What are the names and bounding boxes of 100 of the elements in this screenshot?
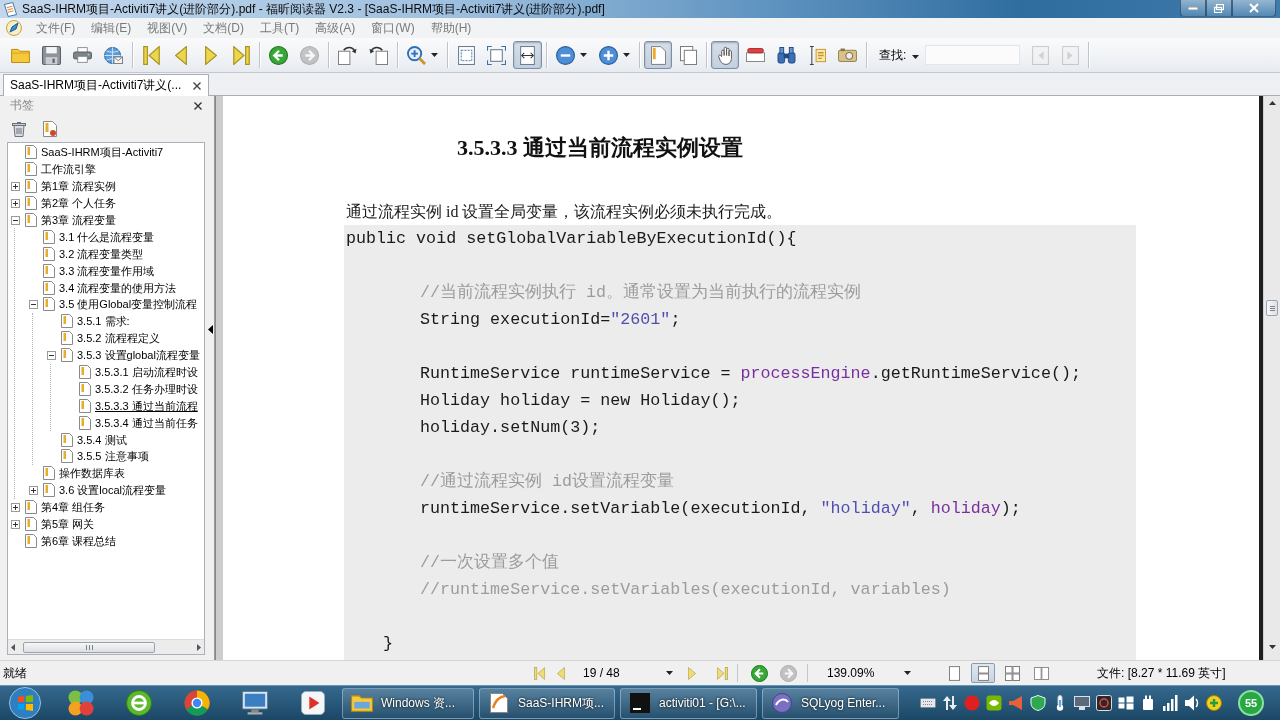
view-mode-button[interactable] bbox=[971, 663, 995, 683]
ring-icon bbox=[126, 690, 152, 716]
tree-item[interactable]: SaaS-IHRM项目-Activiti7 bbox=[41, 145, 164, 160]
shield-icon[interactable] bbox=[1030, 695, 1046, 711]
history-button[interactable] bbox=[748, 663, 770, 683]
tree-item[interactable]: 3.5.3.2 任务办理时设 bbox=[95, 381, 198, 396]
tree-item[interactable]: 第1章 流程实例 bbox=[41, 179, 117, 194]
tree-item[interactable]: 第5章 网关 bbox=[41, 517, 95, 532]
tree-item[interactable]: 3.2 流程变量类型 bbox=[59, 246, 144, 261]
caret-icon[interactable] bbox=[666, 671, 673, 675]
tree-item[interactable]: 3.5.1 需求: bbox=[77, 314, 130, 329]
taskbar-button[interactable]: SaaS-IHRM项... bbox=[479, 687, 615, 719]
tree-item[interactable]: 3.3 流程变量作用域 bbox=[59, 263, 155, 278]
plug-icon[interactable] bbox=[1140, 695, 1156, 711]
menu-item[interactable]: 帮助(H) bbox=[422, 19, 480, 37]
skip-start-icon bbox=[142, 45, 160, 65]
tree-item[interactable]: 第3章 流程变量 bbox=[41, 213, 117, 227]
plus-circle-icon[interactable] bbox=[1206, 695, 1222, 711]
tree-item[interactable]: 3.6 设置local流程变量 bbox=[59, 483, 166, 498]
menu-item[interactable]: 视图(V) bbox=[139, 19, 196, 37]
plus-box-icon[interactable] bbox=[10, 502, 20, 512]
scrollbar-thumb[interactable] bbox=[1266, 300, 1278, 316]
arrows-icon[interactable] bbox=[942, 695, 958, 711]
plus-box-icon[interactable] bbox=[10, 519, 20, 529]
menu-item[interactable]: 文档(D) bbox=[195, 19, 252, 37]
taskbar-button[interactable]: SQLyog Enter... bbox=[762, 687, 899, 719]
triangle-right-icon[interactable] bbox=[197, 643, 201, 651]
menu-item[interactable]: 文件(F) bbox=[28, 19, 84, 37]
tree-item[interactable]: 3.5.3.1 启动流程时设 bbox=[95, 365, 198, 379]
tree-item[interactable]: 3.5.5 注意事项 bbox=[77, 449, 149, 464]
fit-width-icon bbox=[518, 45, 537, 65]
restore-button[interactable] bbox=[1206, 0, 1232, 17]
fit-page-icon bbox=[487, 45, 506, 65]
tree-item[interactable]: 第4章 组任务 bbox=[41, 500, 106, 515]
minus-box-icon[interactable] bbox=[28, 299, 38, 309]
close-button[interactable] bbox=[1232, 0, 1276, 17]
plus-box-icon[interactable] bbox=[28, 485, 38, 495]
speaker-icon[interactable] bbox=[1184, 695, 1200, 711]
folder-icon bbox=[351, 693, 373, 713]
document-tab[interactable]: SaaS-IHRM项目-Activiti7讲义(... bbox=[3, 74, 210, 96]
signal-icon[interactable] bbox=[1162, 695, 1178, 711]
tree-item[interactable]: 工作流引擎 bbox=[41, 162, 96, 177]
page-icon bbox=[25, 179, 37, 194]
page-icon bbox=[61, 432, 73, 447]
monitor-icon[interactable] bbox=[1074, 695, 1090, 711]
taskbar-button[interactable]: Windows 资... bbox=[342, 687, 474, 719]
minimize-button[interactable] bbox=[1180, 0, 1206, 17]
tree-item[interactable]: 3.5.3 设置global流程变量 bbox=[77, 348, 200, 363]
tree-item[interactable]: 3.5.4 测试 bbox=[77, 432, 127, 447]
document-icon bbox=[4, 1, 17, 17]
plus-box-icon[interactable] bbox=[10, 198, 20, 208]
menu-item[interactable]: 工具(T) bbox=[252, 19, 308, 37]
tree-item[interactable]: 3.1 什么是流程变量 bbox=[59, 229, 155, 244]
close-icon[interactable] bbox=[194, 101, 202, 110]
code-line: //通过流程实例 id设置流程变量 bbox=[420, 472, 675, 491]
plus-box-icon[interactable] bbox=[10, 181, 20, 191]
triangle-icon[interactable] bbox=[208, 325, 213, 334]
taskbar-button[interactable]: activiti01 - [G:\... bbox=[620, 687, 757, 719]
caret-icon bbox=[580, 53, 587, 57]
tree-item[interactable]: 3.5.2 流程程定义 bbox=[77, 331, 160, 346]
caret-icon[interactable] bbox=[912, 55, 920, 59]
horizontal-scrollbar[interactable] bbox=[8, 639, 204, 654]
page-icon bbox=[43, 280, 55, 295]
toolbar-button[interactable] bbox=[711, 41, 739, 69]
tree-item[interactable]: 操作数据库表 bbox=[59, 466, 125, 481]
triangle-down-icon[interactable] bbox=[1268, 645, 1276, 649]
search-field[interactable] bbox=[925, 45, 1021, 65]
page-icon bbox=[79, 415, 91, 430]
tree-item[interactable]: 3.5.3.4 通过当前任务 bbox=[95, 415, 198, 430]
code-line: holiday.setNum(3); bbox=[420, 418, 601, 437]
tile-icon[interactable] bbox=[986, 695, 1002, 711]
section-heading: 3.5.3.3 通过当前流程实例设置 bbox=[457, 134, 744, 162]
dot-icon[interactable] bbox=[964, 695, 980, 711]
keyboard-icon[interactable] bbox=[920, 695, 936, 711]
toolbar-button[interactable] bbox=[513, 41, 542, 69]
tree-item[interactable]: 3.5 使用Global变量控制流程 bbox=[59, 297, 198, 312]
menu-item[interactable]: 编辑(E) bbox=[83, 19, 140, 37]
lens-icon[interactable] bbox=[1096, 695, 1112, 711]
tree-item[interactable]: 3.4 流程变量的使用方法 bbox=[59, 280, 177, 295]
menu-item[interactable]: 高级(A) bbox=[307, 19, 364, 37]
triangle-left-icon[interactable] bbox=[11, 643, 15, 651]
four-squares-icon[interactable] bbox=[1118, 695, 1134, 711]
trash-icon[interactable] bbox=[12, 120, 26, 137]
code-line: } bbox=[383, 634, 393, 653]
close-icon[interactable] bbox=[193, 81, 202, 90]
page-bookmark-icon[interactable] bbox=[43, 120, 57, 137]
megaphone-icon[interactable] bbox=[1008, 695, 1024, 711]
code-line: //当前流程实例执行 id。通常设置为当前执行的流程实例 bbox=[420, 283, 862, 302]
tree-item[interactable]: 第6章 课程总结 bbox=[41, 533, 117, 548]
tree-item[interactable]: 第2章 个人任务 bbox=[41, 196, 117, 211]
minus-box-icon[interactable] bbox=[10, 215, 20, 225]
triangle-up-icon[interactable] bbox=[1268, 101, 1276, 105]
tree-item[interactable]: 3.5.3.3 通过当前流程 bbox=[95, 398, 198, 413]
caret-icon[interactable] bbox=[904, 671, 911, 675]
menu-item[interactable]: 窗口(W) bbox=[363, 19, 423, 37]
page-field[interactable]: 19 / 48 bbox=[583, 666, 620, 680]
orb-icon bbox=[9, 687, 41, 719]
scrollbar-thumb[interactable] bbox=[23, 641, 155, 653]
zoom-field[interactable]: 139.09% bbox=[827, 666, 875, 680]
minus-box-icon[interactable] bbox=[46, 350, 56, 360]
